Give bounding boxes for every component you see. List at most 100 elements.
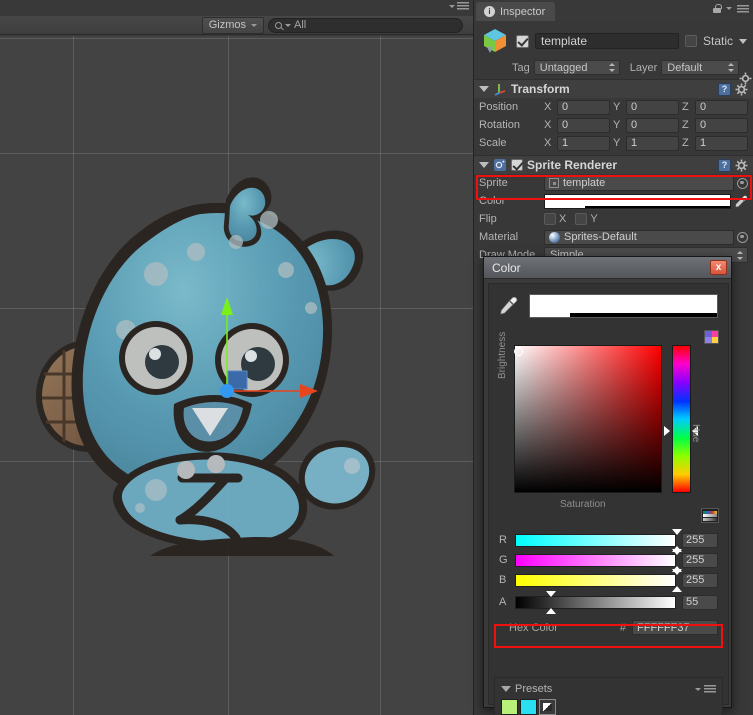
chevron-down-icon <box>695 687 701 691</box>
lock-icon[interactable] <box>713 4 722 13</box>
close-label: x <box>715 262 722 273</box>
hue-marker-left[interactable] <box>664 426 670 436</box>
rotation-y-value: 0 <box>631 119 638 131</box>
flip-y-label: Y <box>590 213 598 225</box>
channel-r-input[interactable]: 255 <box>682 532 718 548</box>
help-icon[interactable]: ? <box>718 158 731 172</box>
channel-r-knob-top[interactable] <box>672 528 682 535</box>
chevron-down-icon <box>449 4 455 8</box>
scene-search-input[interactable]: All <box>268 17 463 33</box>
presets-section: Presets <box>494 677 723 715</box>
flip-x-checkbox[interactable] <box>544 213 556 225</box>
channel-r-label: R <box>499 534 507 546</box>
scale-x-input[interactable]: 1 <box>557 135 610 151</box>
tag-value: Untagged <box>539 61 588 74</box>
object-enabled-checkbox[interactable] <box>516 34 529 48</box>
object-name-value: template <box>541 34 588 48</box>
channel-b-knob-bottom[interactable] <box>672 585 682 592</box>
tag-label: Tag <box>512 61 530 74</box>
material-object-field[interactable]: Sprites-Default <box>544 229 734 245</box>
color-swatch-field[interactable] <box>544 193 731 209</box>
channel-b-knob-top[interactable] <box>672 568 682 575</box>
scene-panel-menu-icon[interactable] <box>449 2 469 10</box>
presets-menu-icon[interactable] <box>704 685 716 693</box>
sv-cursor[interactable] <box>514 347 523 356</box>
scale-y-input[interactable]: 1 <box>626 135 679 151</box>
scene-toolbar: Gizmos All <box>0 16 473 35</box>
scene-search-value: All <box>294 19 307 31</box>
axis-z-label: Z <box>682 119 689 131</box>
component-header-transform[interactable]: Transform ? <box>474 79 753 98</box>
presets-foldout-icon[interactable] <box>501 686 511 692</box>
sprite-object-field[interactable]: template <box>544 175 734 191</box>
position-x-value: 0 <box>562 101 569 113</box>
scene-viewport[interactable] <box>0 36 473 715</box>
foldout-icon[interactable] <box>479 86 489 92</box>
hex-color-input[interactable]: FFFFFF37 <box>632 620 718 635</box>
channel-b-input[interactable]: 255 <box>682 572 718 588</box>
channel-b-value: 255 <box>686 574 705 586</box>
sprite-value: template <box>563 177 606 189</box>
rotation-x-input[interactable]: 0 <box>557 117 610 133</box>
move-gizmo[interactable] <box>200 291 330 401</box>
sprite-renderer-enabled-checkbox[interactable] <box>511 159 523 171</box>
transform-rotation-row: Rotation X 0 Y 0 Z 0 <box>474 116 753 134</box>
axis-y-label: Y <box>613 137 621 149</box>
hue-axis-label: Hue <box>690 424 701 443</box>
channel-g-input[interactable]: 255 <box>682 552 718 568</box>
rotation-y-input[interactable]: 0 <box>626 117 679 133</box>
close-icon[interactable]: x <box>710 260 727 275</box>
position-x-input[interactable]: 0 <box>557 99 610 115</box>
preview-alpha-bar <box>530 311 571 317</box>
channel-r-slider[interactable] <box>515 528 682 552</box>
scene-top-bar <box>0 0 473 16</box>
channel-r-value: 255 <box>686 534 705 546</box>
flip-label: Flip <box>479 213 497 225</box>
channel-bars-icon[interactable] <box>701 508 719 523</box>
help-icon[interactable]: ? <box>718 82 731 96</box>
axis-z-label: Z <box>682 137 689 149</box>
preset-swatch[interactable] <box>501 699 518 715</box>
tab-inspector[interactable]: i Inspector <box>476 2 556 21</box>
axis-x-label: X <box>544 137 552 149</box>
scale-y-value: 1 <box>631 137 638 149</box>
channel-b-slider[interactable] <box>515 568 682 592</box>
channel-a-slider[interactable] <box>515 590 676 614</box>
scale-label: Scale <box>479 137 507 149</box>
right-edge-strip <box>739 0 753 715</box>
object-name-input[interactable]: template <box>535 33 679 49</box>
add-preset-button[interactable] <box>539 699 556 715</box>
axis-x-label: X <box>544 119 552 131</box>
position-y-input[interactable]: 0 <box>626 99 679 115</box>
color-window-title: Color <box>492 260 521 275</box>
color-preview-swatch[interactable] <box>529 294 718 318</box>
material-value: Sprites-Default <box>564 231 637 243</box>
hue-strip[interactable] <box>672 345 691 493</box>
component-header-sprite-renderer[interactable]: Sprite Renderer ? <box>474 155 753 174</box>
color-window-titlebar[interactable]: Color x <box>484 257 731 279</box>
saturation-brightness-area[interactable] <box>514 345 662 493</box>
channel-a-input[interactable]: 55 <box>682 594 718 610</box>
material-label: Material <box>479 231 519 243</box>
channel-row-b: B 255 <box>489 568 728 592</box>
channel-g-slider[interactable] <box>515 548 682 572</box>
color-preview-row <box>489 284 728 318</box>
gizmos-dropdown[interactable]: Gizmos <box>201 16 264 34</box>
color-alpha-bar <box>545 203 585 208</box>
channel-a-knob-top[interactable] <box>545 590 556 597</box>
eyedropper-icon[interactable] <box>499 295 519 317</box>
gear-icon[interactable] <box>739 72 752 85</box>
chevron-down-icon <box>726 7 732 10</box>
preset-swatch[interactable] <box>520 699 537 715</box>
prefab-cube-icon <box>484 29 506 53</box>
channel-g-knob-top[interactable] <box>672 548 682 555</box>
layer-dropdown[interactable]: Default <box>661 60 740 75</box>
foldout-icon[interactable] <box>479 162 489 168</box>
sprite-thumbnail-icon <box>549 178 559 188</box>
static-checkbox[interactable] <box>684 35 697 47</box>
channel-a-knob-bottom[interactable] <box>545 607 556 614</box>
gizmo-center-handle <box>220 384 234 398</box>
tag-dropdown[interactable]: Untagged <box>533 60 620 75</box>
color-swatch-grid-icon[interactable] <box>704 330 719 344</box>
flip-y-checkbox[interactable] <box>575 213 588 225</box>
